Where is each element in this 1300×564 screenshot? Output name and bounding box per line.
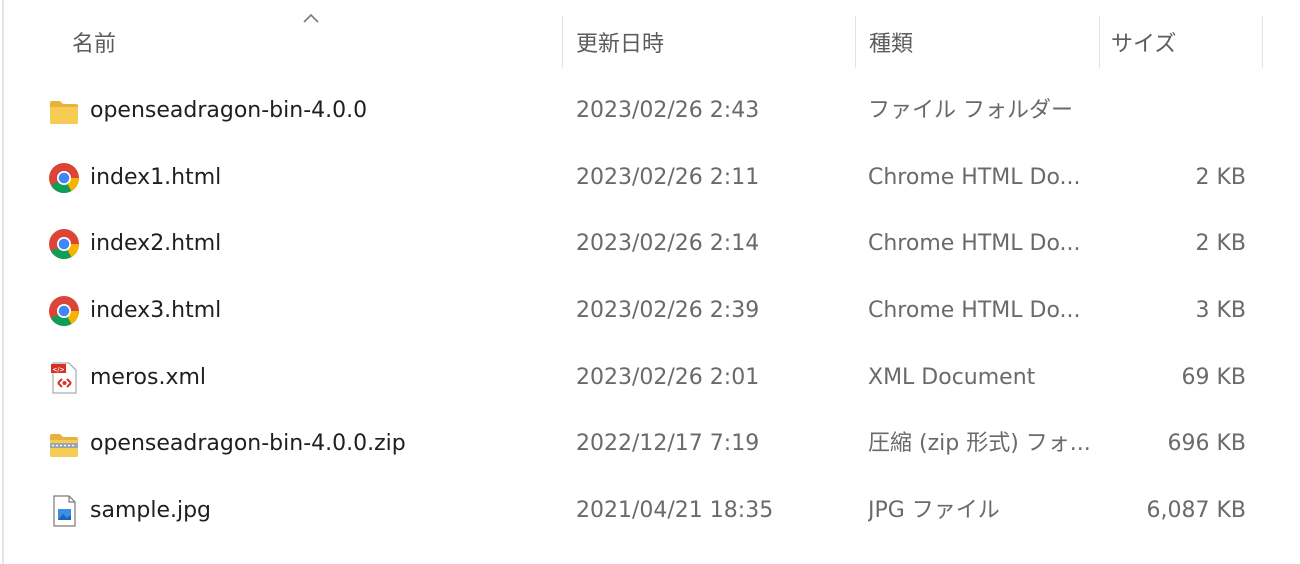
file-date: 2022/12/17 7:19 (576, 431, 760, 456)
column-header-size[interactable]: サイズ (1099, 14, 1262, 70)
file-row[interactable]: openseadragon-bin-4.0.0.zip 2022/12/17 7… (40, 411, 1262, 477)
column-header-date-label: 更新日時 (576, 32, 665, 57)
file-name: index1.html (90, 165, 222, 190)
file-date: 2021/04/21 18:35 (576, 498, 774, 523)
file-date: 2023/02/26 2:01 (576, 365, 760, 390)
file-type: XML Document (868, 365, 1036, 390)
file-date: 2023/02/26 2:14 (576, 231, 760, 256)
folder-icon (50, 101, 78, 124)
file-type: Chrome HTML Do... (868, 298, 1081, 323)
file-type: Chrome HTML Do... (868, 231, 1081, 256)
column-header-name[interactable]: 名前 (60, 14, 560, 70)
column-header-bar: 名前 更新日時 種類 サイズ (0, 0, 1300, 70)
file-row[interactable]: sample.jpg 2021/04/21 18:35 JPG ファイル 6,0… (40, 478, 1262, 544)
file-name: meros.xml (90, 365, 207, 390)
column-header-size-label: サイズ (1111, 32, 1177, 57)
file-type: JPG ファイル (868, 498, 1000, 523)
file-size: 2 KB (1195, 165, 1246, 190)
file-row[interactable]: openseadragon-bin-4.0.0 2023/02/26 2:43 … (40, 78, 1262, 144)
file-type: Chrome HTML Do... (868, 165, 1081, 190)
file-type: 圧縮 (zip 形式) フォ... (868, 431, 1091, 456)
file-size: 6,087 KB (1146, 498, 1247, 523)
file-type: ファイル フォルダー (868, 98, 1073, 123)
chrome-icon (49, 163, 79, 194)
image-file-icon (53, 495, 76, 527)
file-size: 696 KB (1167, 431, 1246, 456)
file-name: openseadragon-bin-4.0.0 (90, 98, 368, 123)
file-row[interactable]: index3.html 2023/02/26 2:39 Chrome HTML … (40, 278, 1262, 344)
file-row[interactable]: index2.html 2023/02/26 2:14 Chrome HTML … (40, 211, 1262, 277)
file-size: 69 KB (1181, 365, 1246, 390)
file-size: 3 KB (1195, 298, 1246, 323)
file-date: 2023/02/26 2:39 (576, 298, 760, 323)
file-date: 2023/02/26 2:11 (576, 165, 760, 190)
xml-file-icon: </> (51, 362, 77, 394)
chrome-icon (49, 296, 79, 327)
zip-folder-icon (50, 434, 78, 457)
file-name: openseadragon-bin-4.0.0.zip (90, 431, 406, 456)
file-name: index2.html (90, 231, 222, 256)
column-header-type-label: 種類 (869, 32, 914, 57)
file-row[interactable]: index1.html 2023/02/26 2:11 Chrome HTML … (40, 145, 1262, 211)
chrome-icon (49, 229, 79, 260)
file-name: index3.html (90, 298, 222, 323)
column-header-name-label: 名前 (72, 32, 117, 57)
pane-left-border (2, 0, 4, 564)
column-header-type[interactable]: 種類 (855, 14, 1098, 70)
svg-text:</>: </> (52, 367, 64, 374)
file-name: sample.jpg (90, 498, 212, 523)
column-divider[interactable] (1262, 16, 1263, 68)
file-row[interactable]: </> meros.xml 2023/02/26 2:01 XML Docume… (40, 345, 1262, 411)
file-size: 2 KB (1195, 231, 1246, 256)
column-header-date[interactable]: 更新日時 (562, 14, 854, 70)
file-date: 2023/02/26 2:43 (576, 98, 760, 123)
